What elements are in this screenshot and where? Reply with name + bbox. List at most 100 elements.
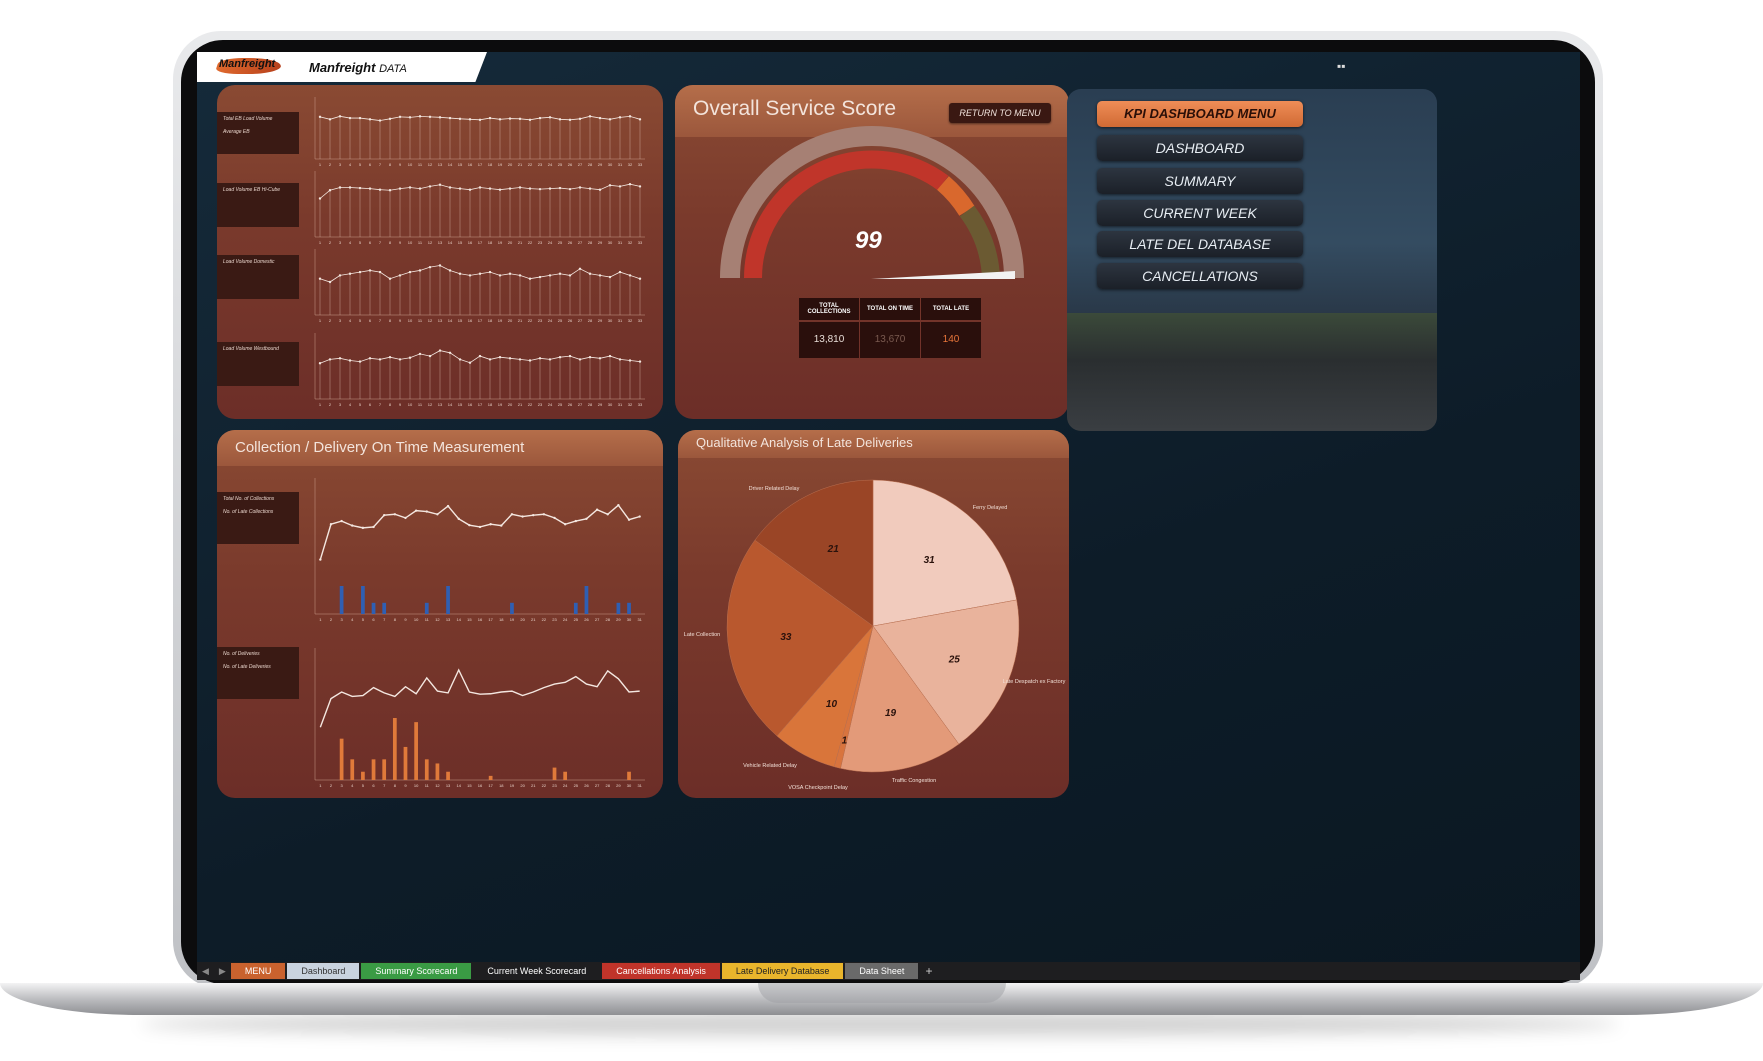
x-tick-label: 2 bbox=[329, 162, 332, 167]
data-point bbox=[361, 526, 365, 530]
menu-item-summary[interactable]: SUMMARY bbox=[1097, 168, 1303, 194]
data-point bbox=[348, 116, 352, 120]
tab-cancellations-analysis[interactable]: Cancellations Analysis bbox=[602, 963, 720, 979]
data-point bbox=[528, 118, 532, 122]
tab-data-sheet[interactable]: Data Sheet bbox=[845, 963, 919, 979]
data-point bbox=[318, 362, 322, 365]
data-point bbox=[328, 189, 332, 192]
tab-late-delivery-database[interactable]: Late Delivery Database bbox=[721, 963, 844, 979]
x-tick-label: 26 bbox=[568, 318, 573, 323]
data-point bbox=[448, 351, 452, 354]
x-tick-label: 16 bbox=[468, 318, 473, 323]
x-tick-label: 10 bbox=[408, 402, 413, 407]
data-point bbox=[404, 516, 407, 520]
x-tick-label: 11 bbox=[418, 162, 423, 167]
data-point bbox=[548, 187, 552, 190]
x-tick-label: 2 bbox=[330, 783, 333, 788]
legend-item: Load Volume EB Hi-Cube bbox=[223, 187, 281, 193]
data-point bbox=[627, 518, 631, 521]
data-point bbox=[558, 118, 562, 121]
data-point bbox=[608, 275, 612, 279]
menu-item-dashboard[interactable]: DASHBOARD bbox=[1097, 135, 1303, 161]
x-tick-label: 31 bbox=[618, 240, 623, 245]
bar bbox=[627, 771, 631, 780]
bar bbox=[552, 767, 557, 780]
data-point bbox=[618, 116, 622, 119]
x-tick-label: 27 bbox=[578, 240, 583, 245]
x-tick-label: 15 bbox=[458, 240, 463, 245]
logo-text: Manfreight bbox=[219, 58, 276, 70]
stat-value: 13,810 bbox=[799, 322, 859, 358]
bar bbox=[371, 602, 376, 614]
tab-summary-scorecard[interactable]: Summary Scorecard bbox=[361, 963, 472, 979]
stat-value: 13,670 bbox=[860, 322, 920, 358]
menu-item-current-week[interactable]: CURRENT WEEK bbox=[1097, 200, 1303, 226]
x-tick-label: 6 bbox=[372, 617, 375, 622]
data-point bbox=[348, 272, 352, 275]
data-point bbox=[638, 515, 641, 518]
x-tick-label: 26 bbox=[568, 240, 573, 245]
x-tick-label: 1 bbox=[319, 402, 322, 407]
x-tick-label: 15 bbox=[467, 783, 472, 788]
bar bbox=[382, 602, 387, 614]
x-tick-label: 33 bbox=[638, 318, 643, 323]
x-tick-label: 8 bbox=[389, 402, 392, 407]
x-tick-label: 4 bbox=[349, 318, 352, 323]
data-point bbox=[528, 359, 532, 362]
data-point bbox=[338, 186, 342, 189]
x-tick-label: 11 bbox=[425, 617, 430, 622]
data-point bbox=[408, 270, 412, 274]
data-point bbox=[628, 274, 632, 277]
x-tick-label: 9 bbox=[399, 240, 402, 245]
x-tick-label: 5 bbox=[362, 617, 365, 622]
x-tick-label: 3 bbox=[340, 783, 343, 788]
bar bbox=[424, 602, 429, 614]
window-dots-icon: ▪▪ bbox=[1337, 59, 1346, 73]
add-sheet-icon[interactable]: + bbox=[920, 964, 937, 978]
bar bbox=[627, 602, 631, 614]
bar bbox=[424, 759, 429, 780]
menu-item-cancellations[interactable]: CANCELLATIONS bbox=[1097, 263, 1303, 289]
x-tick-label: 6 bbox=[369, 318, 372, 323]
x-tick-label: 24 bbox=[563, 783, 568, 788]
x-tick-label: 17 bbox=[478, 402, 483, 407]
x-tick-label: 10 bbox=[408, 240, 413, 245]
data-point bbox=[548, 116, 552, 119]
x-tick-label: 5 bbox=[359, 240, 362, 245]
data-point bbox=[425, 510, 428, 513]
menu-title-button[interactable]: KPI DASHBOARD MENU bbox=[1097, 101, 1303, 127]
tab-current-week-scorecard[interactable]: Current Week Scorecard bbox=[473, 963, 601, 979]
x-tick-label: 28 bbox=[588, 162, 593, 167]
menu-item-late-del-database[interactable]: LATE DEL DATABASE bbox=[1097, 231, 1303, 257]
data-point bbox=[436, 513, 439, 516]
x-tick-label: 15 bbox=[458, 402, 463, 407]
x-tick-label: 16 bbox=[478, 617, 483, 622]
data-point bbox=[408, 116, 412, 119]
tab-dashboard[interactable]: Dashboard bbox=[287, 963, 360, 979]
x-tick-label: 30 bbox=[608, 162, 613, 167]
x-tick-label: 17 bbox=[478, 318, 483, 323]
data-point bbox=[457, 517, 460, 520]
data-point bbox=[338, 357, 342, 360]
x-tick-label: 1 bbox=[319, 162, 322, 167]
series-line bbox=[319, 504, 640, 560]
x-tick-label: 31 bbox=[618, 402, 623, 407]
data-point bbox=[598, 188, 602, 191]
data-point bbox=[438, 116, 442, 119]
data-point bbox=[458, 272, 462, 275]
stat-total-late: TOTAL LATE 140 bbox=[921, 298, 981, 358]
x-tick-label: 17 bbox=[478, 162, 483, 167]
x-tick-label: 30 bbox=[627, 783, 632, 788]
tab-menu[interactable]: MENU bbox=[230, 963, 286, 979]
x-tick-label: 14 bbox=[448, 162, 453, 167]
data-point bbox=[628, 115, 632, 118]
bar bbox=[339, 586, 344, 614]
data-point bbox=[638, 360, 642, 363]
x-tick-label: 11 bbox=[418, 402, 423, 407]
tab-scroll-left-icon[interactable]: ◀ bbox=[197, 966, 214, 977]
x-tick-label: 22 bbox=[528, 240, 533, 245]
data-point bbox=[468, 274, 472, 277]
menu-background-road bbox=[1067, 313, 1437, 431]
data-point bbox=[608, 354, 612, 358]
tab-scroll-right-icon[interactable]: ▶ bbox=[214, 966, 231, 977]
